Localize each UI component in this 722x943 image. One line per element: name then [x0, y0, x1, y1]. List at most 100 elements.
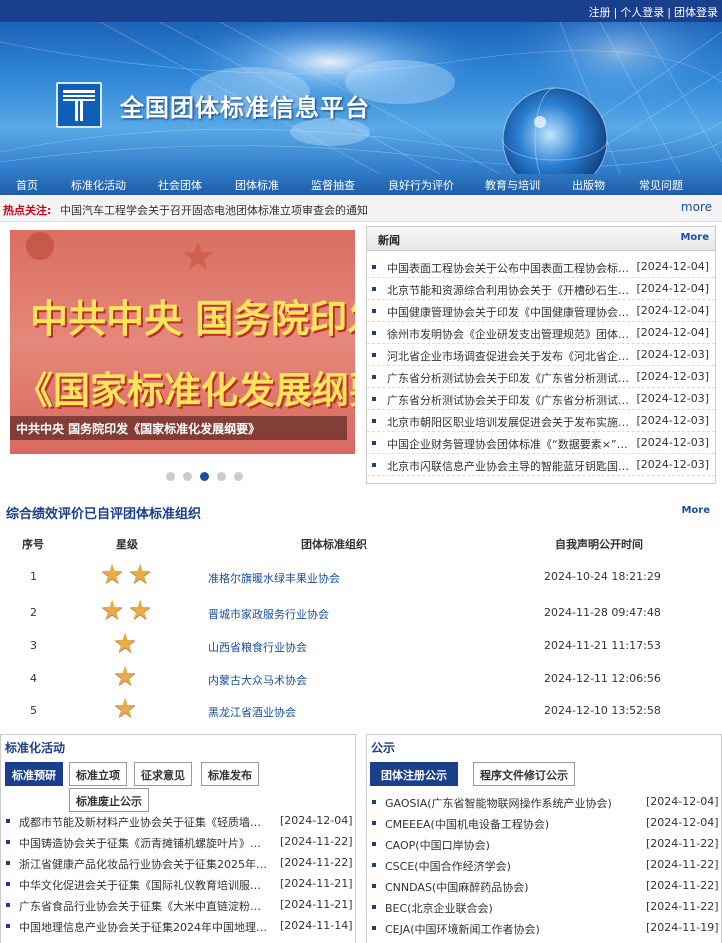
hot-more-link[interactable]: more [681, 200, 712, 214]
list-item-title[interactable]: 中华文化促进会关于征集《国际礼仪教育培训服务规… [19, 877, 271, 893]
list-item-title[interactable]: CMEEEA(中国机电设备工程协会) [385, 816, 637, 832]
list-item-title[interactable]: 浙江省健康产品化妆品行业协会关于征集2025年… [19, 856, 271, 872]
tab-pre-research[interactable]: 标准预研 [5, 762, 63, 786]
site-banner: 全国团体标准信息平台 [0, 22, 722, 174]
bullet-icon [372, 441, 376, 445]
slide-caption[interactable]: 中共中央 国务院印发《国家标准化发展纲要》 [16, 420, 260, 437]
news-item[interactable]: 中国表面工程协会关于公布中国表面工程协会标准… [2024-12-04] [367, 256, 715, 278]
list-item-title[interactable]: 广东省食品行业协会关于征集《大米中直链淀粉含量… [19, 898, 271, 914]
list-item-title[interactable]: 成都市节能及新材料产业协会关于征集《轻质墙体保… [19, 814, 271, 830]
news-item-date: [2024-12-04] [636, 260, 709, 273]
news-item-date: [2024-12-03] [636, 348, 709, 361]
list-item-date: [2024-12-04] [280, 814, 353, 827]
bullet-icon [372, 331, 376, 335]
row-number: 4 [30, 672, 37, 685]
list-item-date: [2024-12-04] [646, 795, 719, 808]
news-item[interactable]: 中国企业财务管理协会团体标准《“数据要素×”… [2024-12-03] [367, 432, 715, 454]
performance-more-link[interactable]: More [681, 505, 710, 516]
bullet-icon [372, 884, 376, 888]
bullet-icon [6, 903, 10, 907]
org-link[interactable]: 黑龙江省酒业协会 [208, 704, 296, 720]
slider-dot-5[interactable] [234, 472, 243, 481]
news-item[interactable]: 北京市闪联信息产业协会主导的智能蓝牙钥匙国际标准… [2024-12-03] [367, 454, 715, 476]
list-item-title[interactable]: BEC(北京企业联合会) [385, 900, 637, 916]
org-link[interactable]: 准格尔旗暖水绿丰果业协会 [208, 570, 340, 586]
nav-home[interactable]: 首页 [16, 177, 38, 193]
news-item-title[interactable]: 北京市闪联信息产业协会主导的智能蓝牙钥匙国际标准… [387, 458, 637, 474]
bullet-icon [372, 287, 376, 291]
tab-release[interactable]: 标准发布 [201, 762, 259, 786]
nav-group-standards[interactable]: 团体标准 [235, 177, 279, 193]
news-item[interactable]: 中国健康管理协会关于印发《中国健康管理协会标准… [2024-12-04] [367, 300, 715, 322]
news-item-date: [2024-12-03] [636, 370, 709, 383]
news-item-title[interactable]: 北京市朝阳区职业培训发展促进会关于发布实施《北… [387, 414, 637, 430]
bullet-icon [372, 265, 376, 269]
hot-topic-link[interactable]: 中国汽车工程学会关于召开固态电池团体标准立项审查会的通知 [60, 202, 368, 218]
star-icon: ★ [113, 628, 138, 659]
nav-social-groups[interactable]: 社会团体 [158, 177, 202, 193]
tab-group-registration[interactable]: 团体注册公示 [370, 762, 458, 786]
list-item-title[interactable]: 中国地理信息产业协会关于征集2024年中国地理… [19, 919, 271, 935]
table-row: 5 ★ 黑龙江省酒业协会 2024-12-10 13:52:58 [0, 695, 722, 727]
slider-dot-2[interactable] [183, 472, 192, 481]
star-icon: ★ [100, 595, 125, 626]
list-item-date: [2024-11-19] [646, 921, 719, 934]
org-link[interactable]: 晋城市家政服务行业协会 [208, 606, 329, 622]
news-item[interactable]: 广东省分析测试协会关于印发《广东省分析测试协会… [2024-12-03] [367, 366, 715, 388]
nav-supervision[interactable]: 监督抽查 [311, 177, 355, 193]
personal-login-link[interactable]: 个人登录 [620, 6, 664, 19]
news-item-title[interactable]: 中国表面工程协会关于公布中国表面工程协会标准… [387, 260, 637, 276]
news-item[interactable]: 广东省分析测试协会关于印发《广东省分析测试协会… [2024-12-03] [367, 388, 715, 410]
list-item-title[interactable]: CEJA(中国环境新闻工作者协会) [385, 921, 637, 937]
list-item-title[interactable]: CNNDAS(中国麻醉药品协会) [385, 879, 637, 895]
bullet-icon [6, 924, 10, 928]
nav-faq[interactable]: 常见问题 [639, 177, 683, 193]
row-number: 2 [30, 606, 37, 619]
org-link[interactable]: 山西省粮食行业协会 [208, 639, 307, 655]
news-more-link[interactable]: More [680, 232, 709, 243]
tab-comments[interactable]: 征求意见 [134, 762, 192, 786]
news-item[interactable]: 北京节能和资源综合利用协会关于《开槽砂石生产技… [2024-12-04] [367, 278, 715, 300]
top-links: 注册 | 个人登录 | 团体登录 [588, 6, 718, 19]
nav-standardization-activities[interactable]: 标准化活动 [71, 177, 126, 193]
news-item-title[interactable]: 中国健康管理协会关于印发《中国健康管理协会标准… [387, 304, 637, 320]
news-item[interactable]: 徐州市发明协会《企业研发支出管理规范》团体标准… [2024-12-04] [367, 322, 715, 344]
tab-abolish-notice[interactable]: 标准废止公示 [69, 788, 149, 812]
register-link[interactable]: 注册 [589, 6, 611, 19]
news-item-title[interactable]: 广东省分析测试协会关于印发《广东省分析测试协会… [387, 392, 637, 408]
news-item-title[interactable]: 河北省企业市场调查促进会关于发布《河北省企业市… [387, 348, 637, 364]
row-number: 5 [30, 704, 37, 717]
slider-dot-1[interactable] [166, 472, 175, 481]
table-row: 1 ★ ★ 准格尔旗暖水绿丰果业协会 2024-10-24 18:21:29 [0, 561, 722, 593]
list-item-title[interactable]: CSCE(中国合作经济学会) [385, 858, 637, 874]
list-item-date: [2024-11-22] [646, 879, 719, 892]
news-slider[interactable]: ★ 中共中央 国务院印发 《国家标准化发展纲要》 中共中央 国务院印发《国家标准… [10, 230, 355, 454]
list-item-date: [2024-11-21] [280, 877, 353, 890]
slider-dot-4[interactable] [217, 472, 226, 481]
top-bar: 注册 | 个人登录 | 团体登录 [0, 0, 722, 22]
nav-publications[interactable]: 出版物 [572, 177, 605, 193]
publish-time: 2024-10-24 18:21:29 [544, 570, 661, 583]
list-item-title[interactable]: GAOSIA(广东省智能物联网操作系统产业协会) [385, 795, 637, 811]
news-item-title[interactable]: 徐州市发明协会《企业研发支出管理规范》团体标准… [387, 326, 637, 342]
site-logo [56, 82, 102, 128]
table-row: 4 ★ 内蒙古大众马术协会 2024-12-11 12:06:56 [0, 663, 722, 695]
tab-procedure-revision[interactable]: 程序文件修订公示 [473, 762, 575, 786]
news-item-title[interactable]: 广东省分析测试协会关于印发《广东省分析测试协会… [387, 370, 637, 386]
list-item-title[interactable]: 中国铸造协会关于征集《沥青摊铺机螺旋叶片》等八… [19, 835, 271, 851]
list-item-title[interactable]: CAOP(中国口岸协会) [385, 837, 637, 853]
publish-time: 2024-11-28 09:47:48 [544, 606, 661, 619]
nav-good-behavior[interactable]: 良好行为评价 [388, 177, 454, 193]
news-item-title[interactable]: 北京节能和资源综合利用协会关于《开槽砂石生产技… [387, 282, 637, 298]
group-login-link[interactable]: 团体登录 [674, 6, 718, 19]
news-item-title[interactable]: 中国企业财务管理协会团体标准《“数据要素×”… [387, 436, 637, 452]
bullet-icon [372, 397, 376, 401]
col-header-time: 自我声明公开时间 [555, 538, 643, 551]
news-item[interactable]: 北京市朝阳区职业培训发展促进会关于发布实施《北… [2024-12-03] [367, 410, 715, 432]
tab-project-approval[interactable]: 标准立项 [69, 762, 127, 786]
slider-dot-3[interactable] [200, 472, 209, 481]
org-link[interactable]: 内蒙古大众马术协会 [208, 672, 307, 688]
nav-education[interactable]: 教育与培训 [485, 177, 540, 193]
hot-label: 热点关注: [3, 204, 52, 217]
news-item[interactable]: 河北省企业市场调查促进会关于发布《河北省企业市… [2024-12-03] [367, 344, 715, 366]
